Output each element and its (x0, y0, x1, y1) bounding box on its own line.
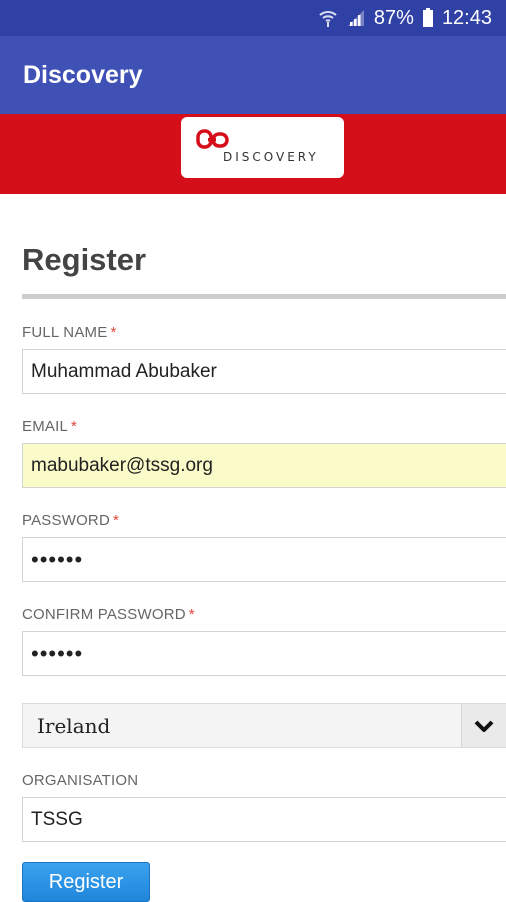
required-mark: * (71, 418, 78, 435)
page-title: Register (22, 242, 147, 277)
full-name-input[interactable]: Muhammad Abubaker (22, 349, 506, 394)
confirm-password-input[interactable]: •••••• (22, 631, 506, 676)
organisation-input[interactable]: TSSG (22, 797, 506, 842)
battery-percent: 87% (373, 6, 414, 29)
signal-icon (346, 8, 366, 28)
app-title: Discovery (23, 60, 143, 89)
app-bar: Discovery (0, 36, 506, 114)
logo-text: DISCOVERY (223, 150, 319, 164)
country-select[interactable]: Ireland (22, 703, 506, 748)
required-mark: * (188, 606, 195, 623)
discovery-logo: DISCOVERY (181, 117, 344, 178)
register-form: Register FULL NAME * Muhammad Abubaker EM… (0, 194, 506, 902)
email-label: EMAIL * (22, 418, 78, 435)
required-mark: * (110, 324, 117, 341)
required-mark: * (113, 512, 120, 529)
full-name-label: FULL NAME * (22, 324, 117, 341)
register-button[interactable]: Register (22, 862, 150, 902)
clock: 12:43 (441, 6, 492, 29)
title-divider (22, 294, 506, 299)
chevron-down-icon[interactable] (461, 704, 506, 747)
password-label: PASSWORD * (22, 512, 120, 529)
status-bar: 87% 12:43 (0, 0, 506, 36)
organisation-label: ORGANISATION (22, 772, 139, 789)
email-input[interactable]: mabubaker@tssg.org (22, 443, 506, 488)
brand-banner: DISCOVERY (0, 114, 506, 194)
confirm-password-label: CONFIRM PASSWORD * (22, 606, 195, 623)
password-input[interactable]: •••••• (22, 537, 506, 582)
wifi-icon (318, 8, 338, 28)
battery-icon (422, 8, 434, 28)
discovery-logo-icon (196, 129, 229, 149)
country-value: Ireland (37, 713, 111, 738)
